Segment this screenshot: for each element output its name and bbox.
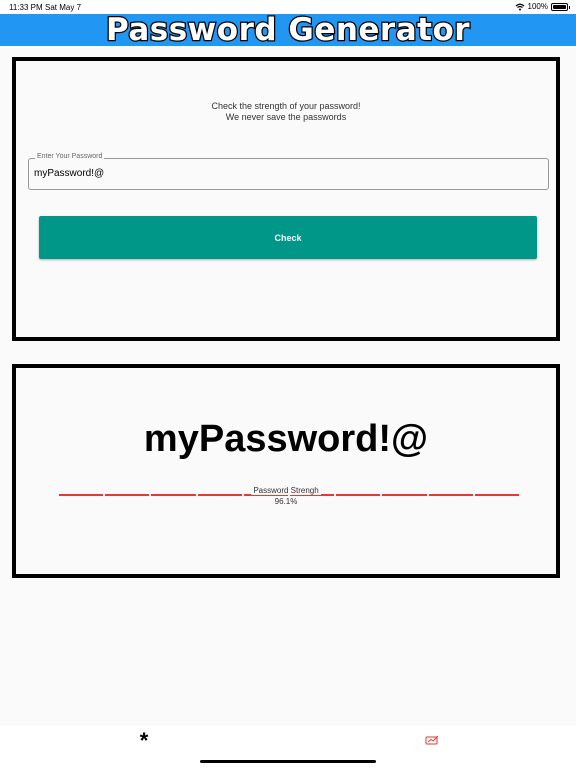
battery-icon — [551, 2, 570, 11]
status-time: 11:33 PM — [9, 3, 43, 12]
app-title: Password Generator — [105, 11, 471, 50]
nav-check-tab[interactable] — [417, 730, 447, 752]
asterisk-icon: * — [139, 728, 149, 753]
check-button[interactable]: Check — [39, 216, 537, 259]
intro-text: Check the strength of your password! We … — [16, 101, 556, 123]
strength-label-wrap: Password Strengh — [16, 486, 556, 495]
intro-line-1: Check the strength of your password! — [211, 101, 361, 111]
status-right: 100% — [515, 2, 570, 11]
strength-result-card: myPassword!@ Password Strengh 96.1% — [12, 364, 560, 578]
battery-percent: 100% — [527, 2, 548, 11]
status-date: Sat May 7 — [45, 3, 82, 12]
password-field[interactable]: Enter Your Password — [28, 153, 549, 190]
intro-line-2: We never save the passwords — [225, 112, 347, 122]
nav-generate-tab[interactable]: * — [129, 730, 159, 752]
wifi-icon — [515, 3, 524, 10]
password-display: myPassword!@ — [143, 418, 429, 460]
app-bar: Password Generator — [0, 11, 576, 50]
signature-icon — [425, 735, 439, 745]
password-check-card: Check the strength of your password! We … — [12, 57, 560, 341]
strength-label: Password Strengh — [251, 486, 321, 495]
home-indicator — [200, 760, 376, 763]
strength-value: 96.1% — [274, 497, 298, 506]
password-input[interactable] — [34, 168, 534, 179]
password-field-label: Enter Your Password — [35, 153, 105, 160]
